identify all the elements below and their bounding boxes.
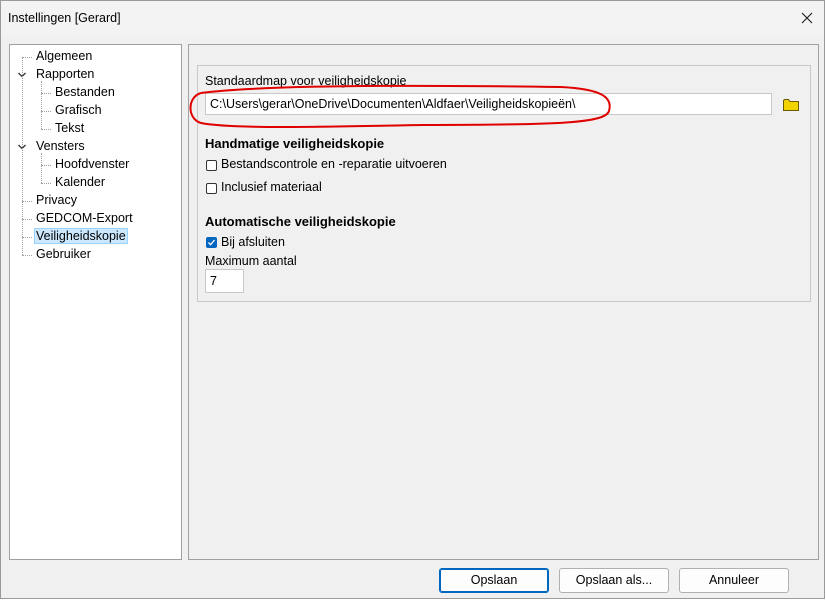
- tree-item-label: Bestanden: [55, 85, 115, 99]
- browse-folder-button[interactable]: [783, 98, 799, 111]
- window-title: Instellingen [Gerard]: [8, 11, 121, 25]
- auto-backup-heading: Automatische veiligheidskopie: [205, 214, 396, 229]
- on-close-label: Bij afsluiten: [221, 235, 285, 249]
- tree-item-hoofdvenster[interactable]: Hoofdvenster: [53, 156, 131, 173]
- tree-connector: [22, 237, 32, 238]
- backup-panel: Standaardmap voor veiligheidskopie C:\Us…: [188, 44, 819, 560]
- tree-item-label: Privacy: [36, 193, 77, 207]
- tree-connector: [41, 129, 51, 130]
- backup-folder-field[interactable]: C:\Users\gerar\OneDrive\Documenten\Aldfa…: [205, 93, 772, 115]
- tree-item-label: Algemeen: [36, 49, 93, 63]
- tree-item-label: GEDCOM-Export: [36, 211, 133, 225]
- tree-item-label: Kalender: [55, 175, 106, 189]
- integrity-check-checkbox[interactable]: [206, 160, 217, 171]
- include-material-label: Inclusief materiaal: [221, 180, 322, 194]
- folder-label: Standaardmap voor veiligheidskopie: [205, 74, 407, 88]
- tree-item-label: Tekst: [55, 121, 85, 135]
- tree-connector: [22, 57, 23, 255]
- tree-connector: [22, 57, 32, 58]
- tree-connector: [41, 153, 42, 183]
- tree-item-label: Rapporten: [36, 67, 95, 81]
- folder-icon: [783, 99, 799, 111]
- save-button[interactable]: Opslaan: [439, 568, 549, 593]
- tree-connector: [41, 183, 51, 184]
- max-count-field[interactable]: 7: [205, 269, 244, 293]
- tree-item-privacy[interactable]: Privacy: [34, 192, 79, 209]
- close-icon: [801, 12, 813, 24]
- tree-item-gedcom-export[interactable]: GEDCOM-Export: [34, 210, 135, 227]
- tree-connector: [41, 111, 51, 112]
- tree-item-tekst[interactable]: Tekst: [53, 120, 86, 137]
- tree-connector: [22, 255, 32, 256]
- tree-item-gebruiker[interactable]: Gebruiker: [34, 246, 93, 263]
- tree-item-label: Gebruiker: [36, 247, 91, 261]
- cancel-button[interactable]: Annuleer: [679, 568, 789, 593]
- close-button[interactable]: [796, 7, 818, 29]
- settings-tree[interactable]: Algemeen Rapporten Bestanden Grafisch Tekst V…: [9, 44, 182, 560]
- tree-item-veiligheidskopie[interactable]: Veiligheidskopie: [34, 228, 128, 245]
- tree-item-label: Vensters: [36, 139, 85, 153]
- title-bar: Instellingen [Gerard]: [1, 1, 824, 35]
- tree-connector: [22, 201, 32, 202]
- tree-item-label: Veiligheidskopie: [34, 228, 128, 244]
- on-close-checkbox[interactable]: [206, 237, 217, 248]
- tree-item-rapporten[interactable]: Rapporten: [34, 66, 96, 83]
- tree-item-bestanden[interactable]: Bestanden: [53, 84, 117, 101]
- include-material-checkbox[interactable]: [206, 183, 217, 194]
- tree-item-algemeen[interactable]: Algemeen: [34, 48, 94, 65]
- settings-dialog: Instellingen [Gerard] Algemeen Rapporten B…: [0, 0, 825, 599]
- tree-connector: [41, 165, 51, 166]
- tree-item-kalender[interactable]: Kalender: [53, 174, 107, 191]
- tree-item-grafisch[interactable]: Grafisch: [53, 102, 104, 119]
- tree-connector: [41, 93, 51, 94]
- backup-group: Standaardmap voor veiligheidskopie C:\Us…: [197, 65, 811, 302]
- tree-connector: [22, 219, 32, 220]
- tree-connector: [41, 81, 42, 129]
- integrity-check-label: Bestandscontrole en -reparatie uitvoeren: [221, 157, 447, 171]
- save-as-button[interactable]: Opslaan als...: [559, 568, 669, 593]
- max-count-label: Maximum aantal: [205, 254, 297, 268]
- checkmark-icon: [208, 239, 215, 246]
- tree-item-label: Hoofdvenster: [55, 157, 130, 171]
- tree-item-label: Grafisch: [55, 103, 102, 117]
- manual-backup-heading: Handmatige veiligheidskopie: [205, 136, 385, 151]
